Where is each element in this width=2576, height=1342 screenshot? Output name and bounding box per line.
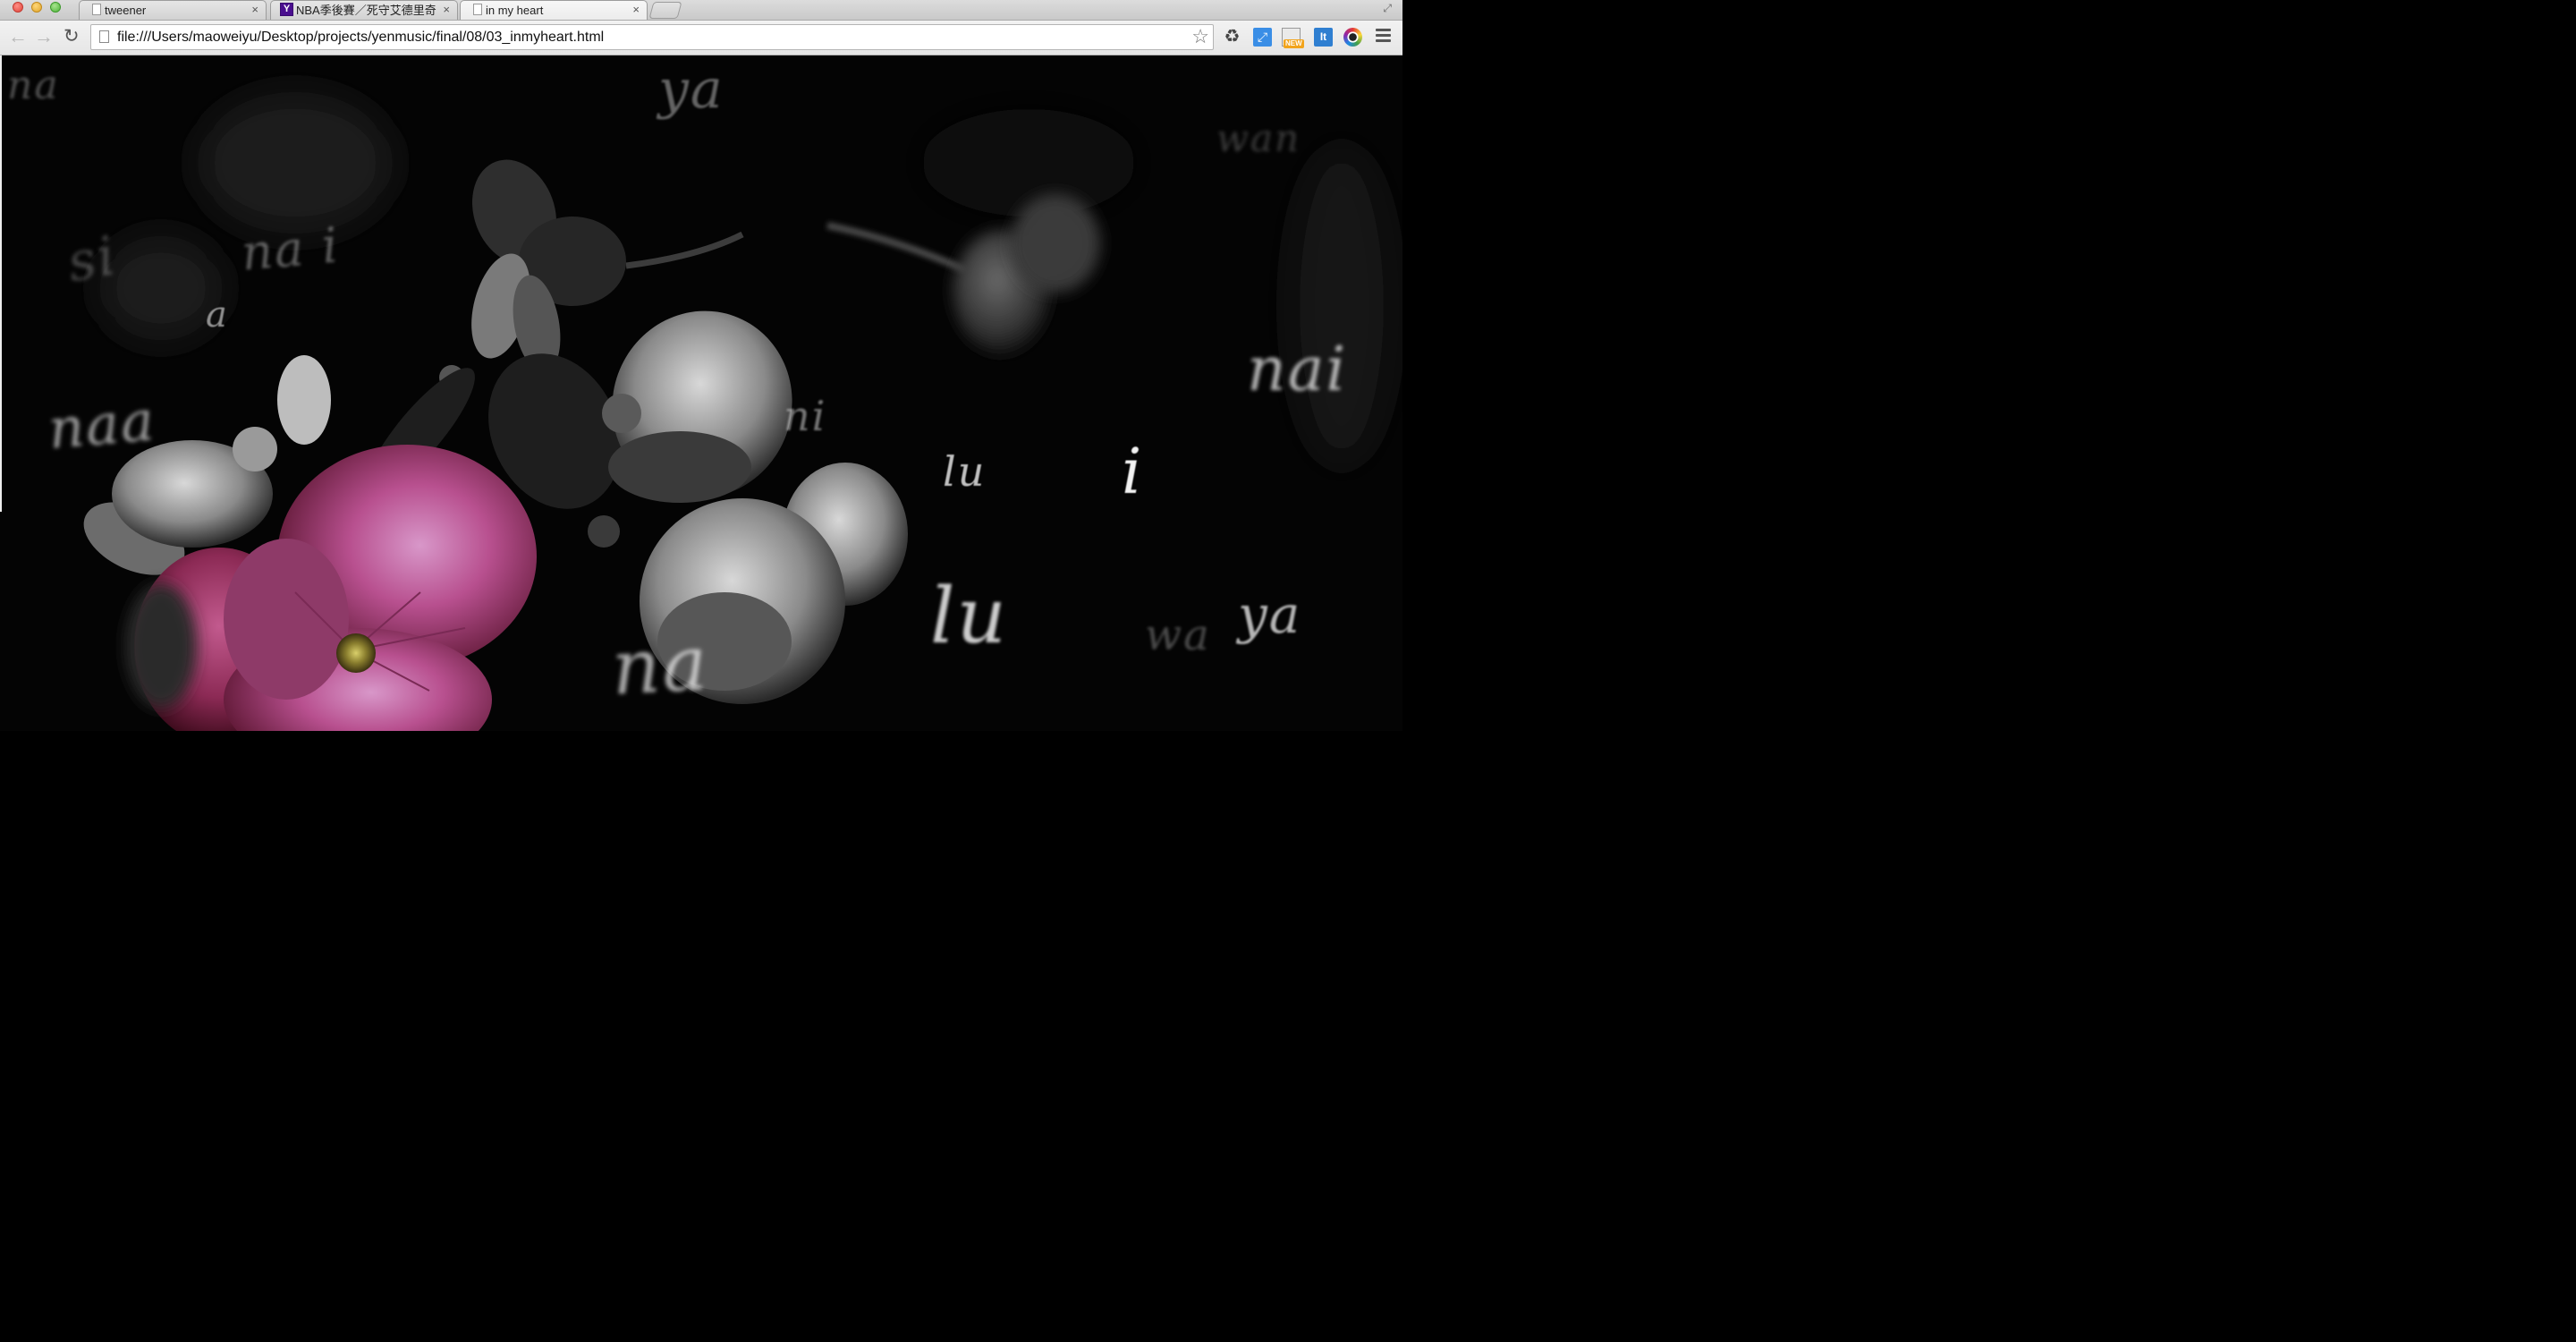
lyric-word: na bbox=[609, 619, 711, 712]
lyric-word: naa bbox=[46, 386, 158, 463]
url-text[interactable]: file:///Users/maoweiyu/Desktop/projects/… bbox=[117, 29, 604, 47]
bookmark-star-icon[interactable]: ☆ bbox=[1191, 26, 1209, 47]
page-icon bbox=[473, 4, 482, 15]
lyric-word: si bbox=[63, 224, 122, 295]
lyric-word: na bbox=[7, 63, 60, 108]
lyric-word: wa bbox=[1145, 610, 1211, 660]
lyric-word: ya bbox=[658, 58, 724, 121]
forward-arrow-icon[interactable]: → bbox=[34, 27, 54, 47]
tab-label: in my heart bbox=[486, 4, 544, 17]
menu-icon[interactable] bbox=[1376, 29, 1391, 44]
window-maximize-button[interactable] bbox=[50, 2, 61, 13]
lyric-word: a bbox=[206, 294, 229, 336]
new-tab-button[interactable] bbox=[648, 2, 682, 19]
color-picker-extension-icon[interactable] bbox=[1343, 28, 1362, 47]
yahoo-favicon-icon: Y bbox=[280, 3, 293, 16]
news-extension-icon[interactable]: NEW bbox=[1282, 28, 1304, 48]
tab-tweener[interactable]: tweener × bbox=[79, 0, 267, 20]
browser-toolbar: ← → ↻ file:///Users/maoweiyu/Desktop/pro… bbox=[0, 21, 1402, 55]
reload-icon[interactable]: ↻ bbox=[64, 27, 80, 47]
tab-nba[interactable]: Y NBA季後賽／死守艾德里奇 × bbox=[270, 0, 458, 20]
lyric-word: wan bbox=[1216, 116, 1301, 160]
restore-window-icon[interactable]: ⤢ bbox=[1383, 2, 1392, 15]
tab-close-icon[interactable]: × bbox=[251, 3, 258, 16]
tab-in-my-heart[interactable]: in my heart × bbox=[460, 0, 648, 20]
lyric-word: na i bbox=[239, 217, 342, 282]
back-arrow-icon[interactable]: ← bbox=[8, 27, 28, 47]
lyric-word: nai bbox=[1247, 335, 1348, 405]
tab-close-icon[interactable]: × bbox=[632, 3, 640, 16]
page-icon bbox=[99, 30, 109, 43]
it-extension-icon[interactable]: It bbox=[1314, 28, 1333, 47]
recycle-extension-icon[interactable]: ♻ bbox=[1223, 28, 1241, 47]
page-viewport: na ya wan si na i a naa nai ni lu i lu w… bbox=[0, 55, 1402, 731]
address-bar[interactable]: file:///Users/maoweiyu/Desktop/projects/… bbox=[90, 24, 1214, 50]
lyric-word: ni bbox=[784, 392, 827, 440]
tab-label: tweener bbox=[105, 4, 147, 17]
tab-bar: tweener × Y NBA季後賽／死守艾德里奇 × in my heart … bbox=[0, 0, 1402, 21]
new-badge: NEW bbox=[1284, 39, 1304, 48]
tab-close-icon[interactable]: × bbox=[443, 3, 450, 16]
page-edge-line bbox=[0, 55, 2, 512]
window-minimize-button[interactable] bbox=[31, 2, 42, 13]
lyric-word: lu bbox=[930, 572, 1008, 661]
lyric-word: i bbox=[1122, 435, 1144, 508]
lyric-word: ya bbox=[1238, 584, 1302, 645]
lyric-word: lu bbox=[943, 447, 987, 496]
window-close-button[interactable] bbox=[13, 2, 23, 13]
tab-label: NBA季後賽／死守艾德里奇 bbox=[296, 4, 436, 17]
expand-extension-icon[interactable]: ⤢ bbox=[1253, 28, 1272, 47]
page-icon bbox=[92, 4, 101, 15]
